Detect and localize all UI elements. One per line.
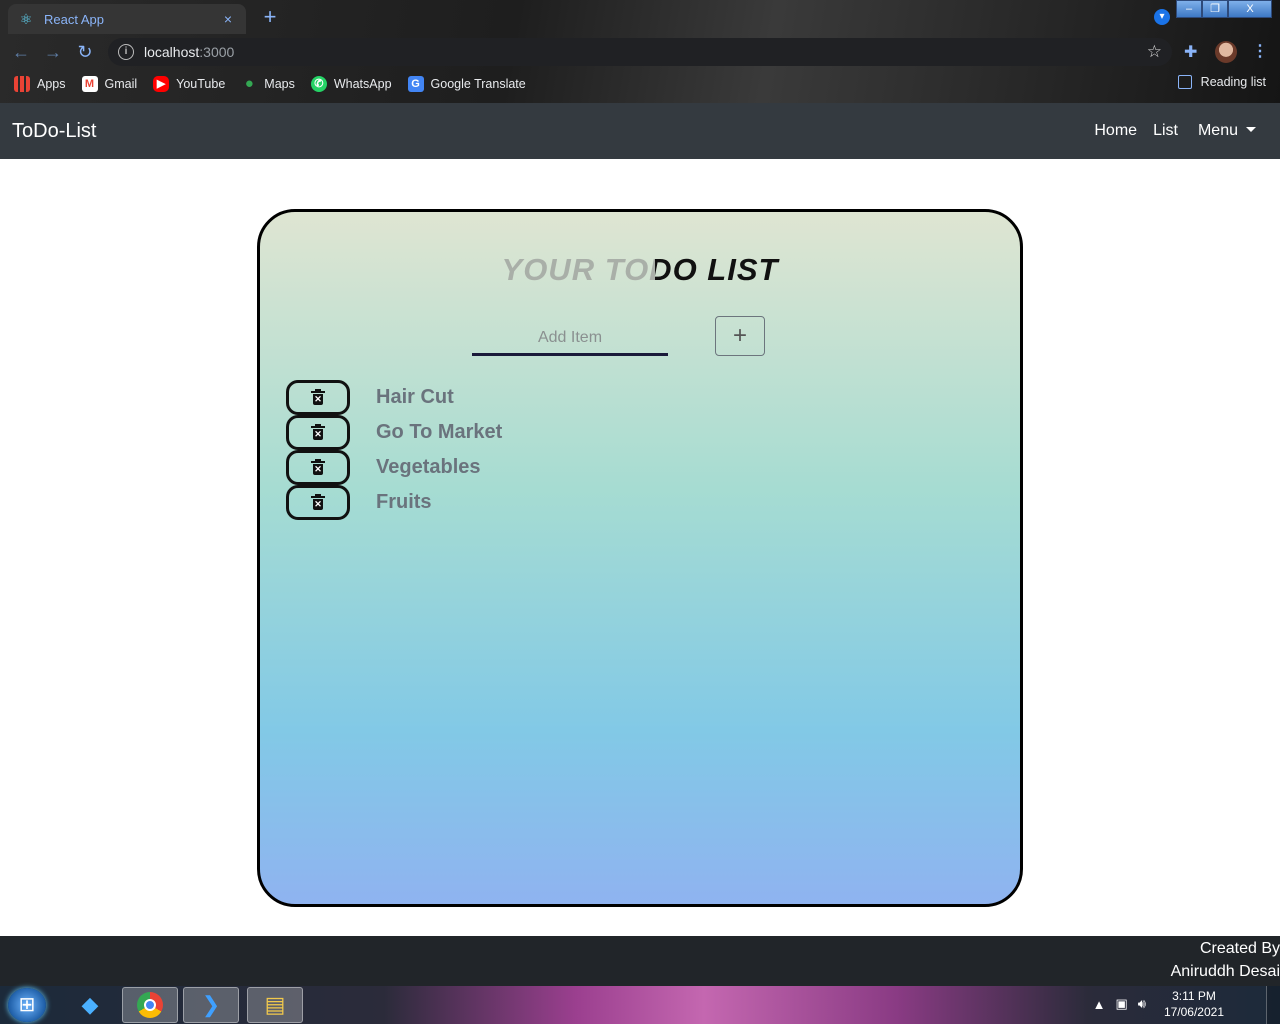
caret-down-icon [1246, 127, 1256, 132]
todo-list: ✕ Hair Cut ✕ Go To Market ✕ Vegetables ✕… [286, 380, 502, 520]
nav-list-link[interactable]: List [1153, 122, 1178, 140]
delete-button[interactable]: ✕ [286, 450, 350, 485]
reading-list-icon [1177, 75, 1192, 89]
trash-icon: ✕ [311, 388, 325, 405]
profile-avatar[interactable] [1215, 41, 1237, 63]
gmail-icon: M [81, 76, 98, 92]
todo-title: YOUR TODO LIST [260, 252, 1020, 288]
delete-button[interactable]: ✕ [286, 415, 350, 450]
todo-item-text: Hair Cut [376, 386, 454, 408]
todo-item-text: Fruits [376, 491, 432, 513]
reload-icon[interactable]: ↻ [74, 41, 96, 63]
taskbar-chrome-button[interactable] [122, 987, 178, 1023]
system-clock[interactable]: 3:11 PM 17/06/2021 [1164, 988, 1224, 1020]
close-window-button[interactable]: X [1228, 0, 1272, 18]
menu-label: Menu [1197, 122, 1238, 139]
bookmark-label: WhatsApp [333, 77, 392, 91]
youtube-icon: ▶ [153, 76, 170, 92]
apps-grid-icon [14, 76, 30, 92]
bookmark-label: Google Translate [430, 77, 526, 91]
address-bar[interactable]: i localhost:3000 ☆ [108, 38, 1172, 66]
minimize-button[interactable]: – [1176, 0, 1202, 18]
nav-home-link[interactable]: Home [1094, 122, 1137, 140]
new-tab-button[interactable]: + [258, 6, 282, 30]
bookmark-label: Maps [264, 77, 295, 91]
bookmark-maps[interactable]: ● Maps [241, 76, 295, 92]
bookmark-star-icon[interactable]: ☆ [1147, 42, 1162, 62]
delete-button[interactable]: ✕ [286, 485, 350, 520]
clock-date: 17/06/2021 [1163, 1005, 1224, 1019]
clock-time: 3:11 PM [1172, 989, 1216, 1003]
footer-created-by: Created By [1199, 940, 1280, 957]
list-item: ✕ Go To Market [286, 415, 502, 450]
browser-toolbar: ← → ↻ i localhost:3000 ☆ ✚ ⋮ [0, 36, 1280, 68]
list-item: ✕ Vegetables [286, 450, 502, 485]
browser-menu-icon[interactable]: ⋮ [1252, 41, 1268, 61]
add-item-input[interactable] [472, 322, 668, 356]
list-item: ✕ Hair Cut [286, 380, 502, 415]
react-icon: ⚛ [19, 11, 33, 27]
system-tray: ▲ ▣ 🔊︎ 3:11 PM 17/06/2021 [1093, 988, 1224, 1020]
footer-author: Aniruddh Desai [1170, 963, 1280, 980]
back-icon[interactable]: ← [10, 41, 32, 63]
taskbar-explorer-icon[interactable]: ▤ [247, 987, 303, 1023]
delete-button[interactable]: ✕ [286, 380, 350, 415]
trash-icon: ✕ [311, 458, 325, 475]
whatsapp-icon: ✆ [310, 76, 327, 92]
translate-icon: G [407, 76, 424, 92]
chrome-icon [137, 992, 163, 1018]
forward-icon[interactable]: → [42, 41, 64, 63]
start-button[interactable] [8, 988, 46, 1022]
todo-card: YOUR TODO LIST + ✕ Hair Cut ✕ Go To Mark… [257, 209, 1023, 907]
reading-list-button[interactable]: Reading list [1177, 75, 1266, 89]
browser-chrome: ⚛ React App × + ▾ – ❐ X ← → ↻ i localhos… [0, 0, 1280, 103]
navbar-brand[interactable]: ToDo-List [12, 120, 96, 143]
add-item-button[interactable]: + [715, 316, 765, 356]
maximize-button[interactable]: ❐ [1202, 0, 1228, 18]
bookmark-gmail[interactable]: M Gmail [81, 76, 138, 92]
tray-expand-icon[interactable]: ▲ [1093, 997, 1106, 1012]
bookmarks-bar: Apps M Gmail ▶ YouTube ● Maps ✆ WhatsApp… [0, 70, 1280, 98]
os-taskbar: ◆ ❯ ▤ ▲ ▣ 🔊︎ 3:11 PM 17/06/2021 [0, 986, 1280, 1024]
bookmark-google-translate[interactable]: G Google Translate [407, 76, 526, 92]
todo-item-text: Go To Market [376, 421, 503, 443]
reading-list-label: Reading list [1200, 75, 1266, 89]
page-footer: Created By Aniruddh Desai [0, 936, 1280, 986]
bookmark-label: YouTube [176, 77, 226, 91]
maps-icon: ● [244, 75, 254, 92]
url-port: :3000 [199, 44, 235, 60]
close-tab-icon[interactable]: × [220, 11, 236, 27]
taskbar-app-gem-icon[interactable]: ◆ [62, 987, 118, 1023]
bookmark-label: Gmail [104, 77, 138, 91]
bookmark-whatsapp[interactable]: ✆ WhatsApp [310, 76, 392, 92]
window-controls: – ❐ X [1176, 0, 1272, 18]
bookmark-apps[interactable]: Apps [14, 76, 66, 92]
chrome-profile-icon[interactable]: ▾ [1154, 9, 1170, 25]
tab-title: React App [44, 11, 104, 27]
nav-links: Home List Menu [1078, 103, 1256, 159]
app-navbar: ToDo-List Home List Menu [0, 103, 1280, 159]
extensions-icon[interactable]: ✚ [1184, 42, 1197, 62]
trash-icon: ✕ [311, 493, 325, 510]
url-host: localhost [144, 44, 200, 60]
info-icon[interactable]: i [118, 44, 134, 60]
trash-icon: ✕ [311, 423, 325, 440]
browser-tab[interactable]: ⚛ React App × [8, 4, 246, 34]
volume-icon[interactable]: 🔊︎ [1138, 996, 1146, 1012]
taskbar-vscode-icon[interactable]: ❯ [183, 987, 239, 1023]
todo-item-text: Vegetables [376, 456, 481, 478]
bookmark-youtube[interactable]: ▶ YouTube [153, 76, 225, 92]
bookmark-label: Apps [37, 77, 66, 91]
network-icon[interactable]: ▣ [1115, 996, 1127, 1012]
list-item: ✕ Fruits [286, 485, 502, 520]
show-desktop-button[interactable] [1266, 986, 1280, 1024]
nav-menu-dropdown[interactable]: Menu [1198, 122, 1256, 140]
